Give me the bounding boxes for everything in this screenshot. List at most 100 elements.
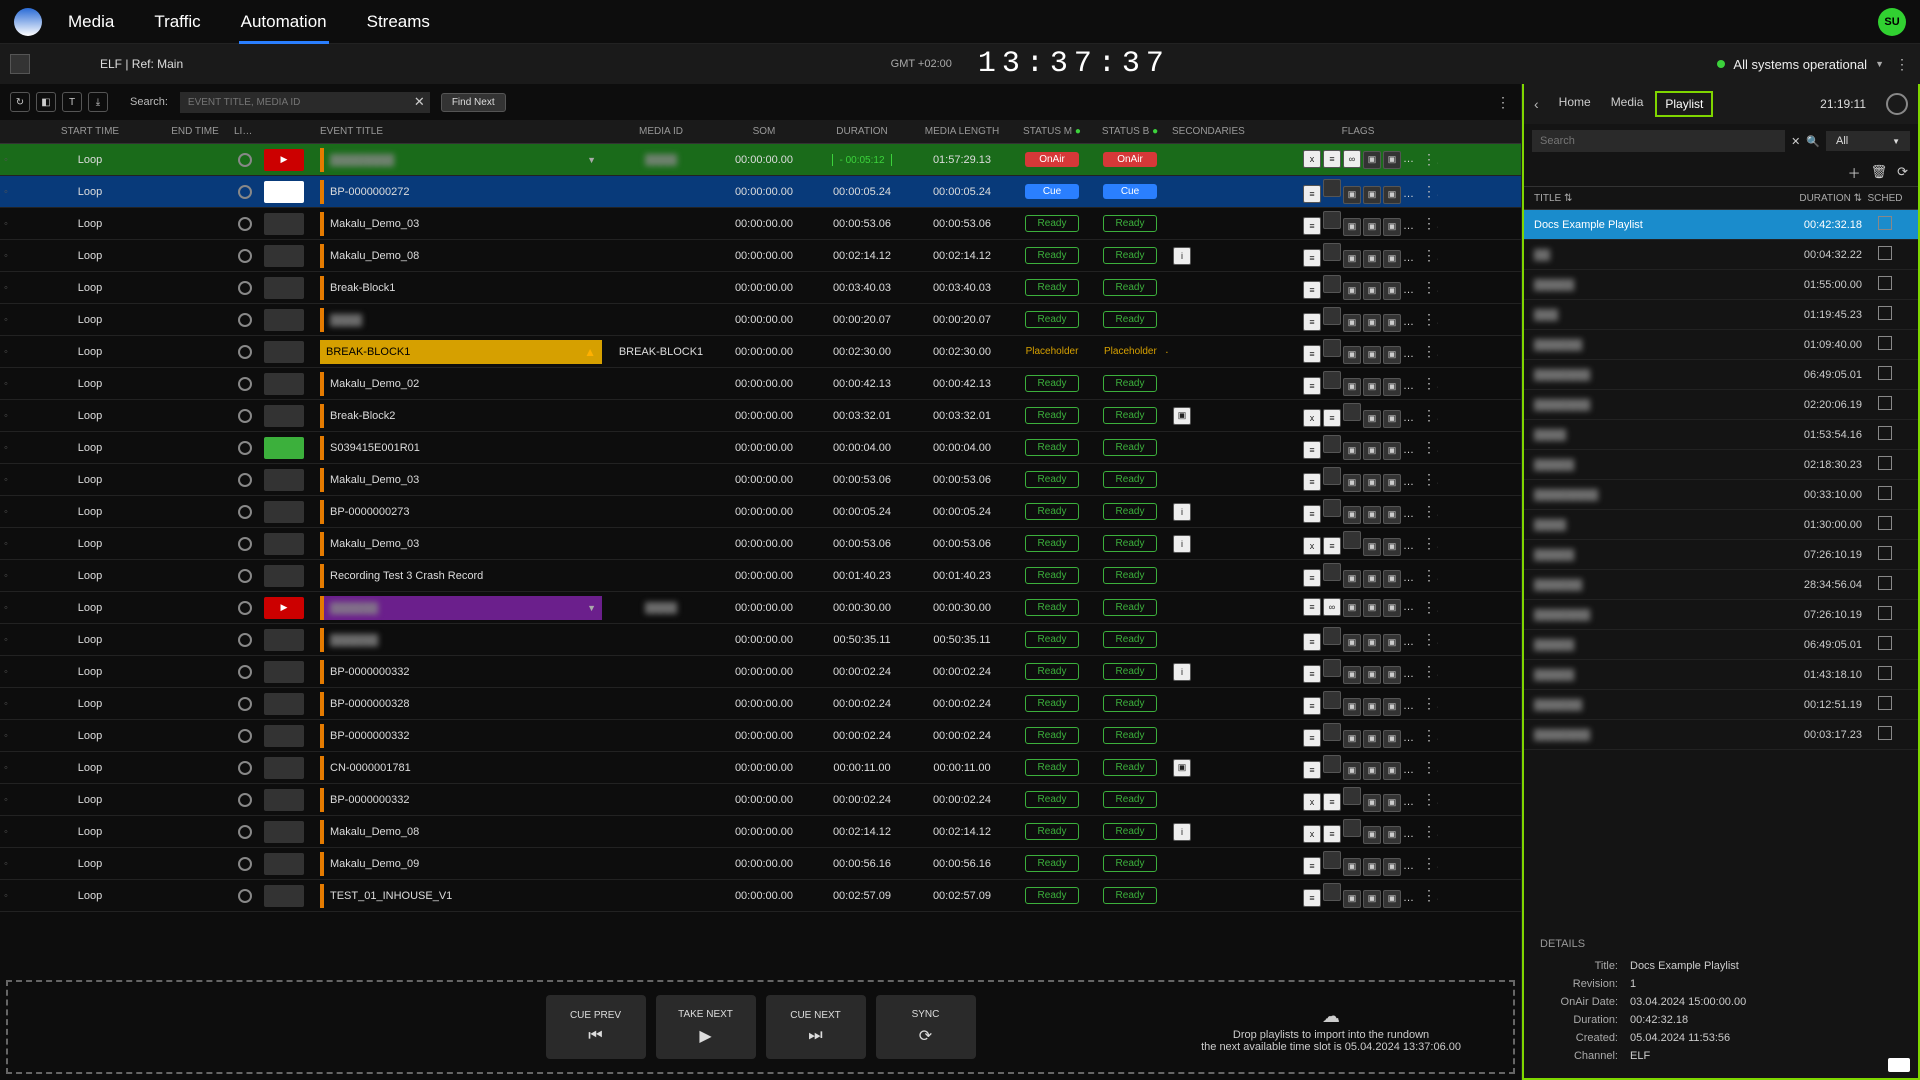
col-start[interactable]: START TIME bbox=[20, 126, 160, 137]
clear-search-icon[interactable]: ✕ bbox=[414, 94, 425, 110]
delete-icon[interactable]: 🗑 bbox=[1871, 164, 1888, 180]
filter-dropdown[interactable]: All bbox=[1826, 131, 1910, 151]
nav-traffic[interactable]: Traffic bbox=[152, 2, 202, 41]
pl-col-sched[interactable]: SCHED bbox=[1862, 193, 1908, 204]
playlist-row[interactable]: ▓▓▓▓▓▓01:09:40.00 bbox=[1524, 330, 1918, 360]
tool-icon-1[interactable]: ◧ bbox=[36, 92, 56, 112]
col-som[interactable]: SOM bbox=[716, 126, 812, 137]
rundown-row[interactable]: ◦ Loop ▓▓▓▓▓▓ 00:00:00.00 00:50:35.11 00… bbox=[0, 624, 1521, 656]
col-stm[interactable]: STATUS M ● bbox=[1012, 126, 1092, 137]
rundown-row[interactable]: ◦ Loop Recording Test 3 Crash Record 00:… bbox=[0, 560, 1521, 592]
playlist-row[interactable]: ▓▓▓▓▓▓▓07:26:10.19 bbox=[1524, 600, 1918, 630]
playlist-row[interactable]: ▓▓▓▓▓07:26:10.19 bbox=[1524, 540, 1918, 570]
keyboard-icon[interactable] bbox=[1888, 1058, 1910, 1072]
find-next-button[interactable]: Find Next bbox=[441, 93, 506, 112]
back-icon[interactable]: ‹ bbox=[1534, 96, 1539, 112]
playlist-row[interactable]: ▓▓▓▓▓▓▓00:03:17.23 bbox=[1524, 720, 1918, 750]
rundown-menu-icon[interactable]: ⋮ bbox=[1495, 94, 1511, 111]
rundown-row[interactable]: ◦ Loop Makalu_Demo_03 00:00:00.00 00:00:… bbox=[0, 528, 1521, 560]
col-dur[interactable]: DURATION bbox=[812, 126, 912, 137]
nav-automation[interactable]: Automation bbox=[239, 2, 329, 44]
rundown-row[interactable]: ◦ Loop BP-0000000328 00:00:00.00 00:00:0… bbox=[0, 688, 1521, 720]
col-title[interactable]: EVENT TITLE bbox=[316, 126, 606, 137]
col-media[interactable]: MEDIA ID bbox=[606, 126, 716, 137]
search-input[interactable] bbox=[180, 92, 430, 113]
col-end[interactable]: END TIME bbox=[160, 126, 230, 137]
rundown-row[interactable]: ◦ Loop Break-Block1 00:00:00.00 00:03:40… bbox=[0, 272, 1521, 304]
clear-playlist-search-icon[interactable]: ✕ bbox=[1791, 135, 1800, 148]
playlist-row[interactable]: ▓▓▓▓01:30:00.00 bbox=[1524, 510, 1918, 540]
playlist-search-input[interactable] bbox=[1532, 130, 1785, 152]
channel-label: ELF | Ref: Main bbox=[100, 57, 183, 71]
rundown-row[interactable]: ◦ Loop BP-0000000273 00:00:00.00 00:00:0… bbox=[0, 496, 1521, 528]
drop-hint-2: the next available time slot is 05.04.20… bbox=[1201, 1041, 1461, 1053]
app-logo-icon bbox=[14, 8, 42, 36]
rundown-row[interactable]: ◦ Loop Makalu_Demo_03 00:00:00.00 00:00:… bbox=[0, 464, 1521, 496]
rundown-row[interactable]: ◦ Loop BP-0000000332 00:00:00.00 00:00:0… bbox=[0, 656, 1521, 688]
rundown-row[interactable]: ◦ Loop Makalu_Demo_09 00:00:00.00 00:00:… bbox=[0, 848, 1521, 880]
col-sec[interactable]: SECONDARIES bbox=[1168, 126, 1298, 137]
rundown-row[interactable]: ◦ Loop ▓▓▓▓▓▓▼ ▓▓▓▓ 00:00:00.00 00:00:30… bbox=[0, 592, 1521, 624]
playlist-row[interactable]: ▓▓00:04:32.22 bbox=[1524, 240, 1918, 270]
system-status-text: All systems operational bbox=[1733, 57, 1867, 72]
rundown-rows: ◦ Loop ▓▓▓▓▓▓▓▓▼ ▓▓▓▓ 00:00:00.00 - 00:0… bbox=[0, 144, 1521, 974]
search-icon[interactable]: 🔍 bbox=[1806, 135, 1820, 148]
rundown-row[interactable]: ◦ Loop Makalu_Demo_08 00:00:00.00 00:02:… bbox=[0, 816, 1521, 848]
refresh-icon[interactable]: ↻ bbox=[10, 92, 30, 112]
search-label: Search: bbox=[130, 96, 168, 108]
pl-col-title[interactable]: TITLE ⇅ bbox=[1534, 193, 1776, 204]
cue-prev-button[interactable]: CUE PREV⏮ bbox=[546, 995, 646, 1059]
cue-next-button[interactable]: CUE NEXT⏭ bbox=[766, 995, 866, 1059]
user-avatar[interactable]: SU bbox=[1878, 8, 1906, 36]
playlist-row[interactable]: ▓▓▓▓▓▓▓▓00:33:10.00 bbox=[1524, 480, 1918, 510]
col-flags[interactable]: FLAGS bbox=[1298, 126, 1418, 137]
rundown-row[interactable]: ◦ Loop Break-Block2 00:00:00.00 00:03:32… bbox=[0, 400, 1521, 432]
playlist-row[interactable]: ▓▓▓▓▓02:18:30.23 bbox=[1524, 450, 1918, 480]
playlist-row[interactable]: ▓▓▓▓▓01:43:18.10 bbox=[1524, 660, 1918, 690]
channel-menu-icon[interactable]: ⋮ bbox=[1894, 56, 1910, 73]
rundown-row[interactable]: ◦ Loop TEST_01_INHOUSE_V1 00:00:00.00 00… bbox=[0, 880, 1521, 912]
rundown-row[interactable]: ◦ Loop BP-0000000332 00:00:00.00 00:00:0… bbox=[0, 784, 1521, 816]
nav-media[interactable]: Media bbox=[66, 2, 116, 41]
playlist-row[interactable]: ▓▓▓▓▓▓28:34:56.04 bbox=[1524, 570, 1918, 600]
col-stb[interactable]: STATUS B ● bbox=[1092, 126, 1168, 137]
playlist-row[interactable]: ▓▓▓▓01:53:54.16 bbox=[1524, 420, 1918, 450]
rundown-row[interactable]: ◦ Loop BP-0000000272 00:00:00.00 00:00:0… bbox=[0, 176, 1521, 208]
playlist-row[interactable]: ▓▓▓▓▓▓00:12:51.19 bbox=[1524, 690, 1918, 720]
user-icon[interactable] bbox=[1886, 93, 1908, 115]
sync-button[interactable]: SYNC⟳ bbox=[876, 995, 976, 1059]
col-mlen[interactable]: MEDIA LENGTH bbox=[912, 126, 1012, 137]
channel-selector-icon[interactable] bbox=[10, 54, 30, 74]
take-next-button[interactable]: TAKE NEXT▶ bbox=[656, 995, 756, 1059]
rundown-row[interactable]: ◦ Loop BP-0000000332 00:00:00.00 00:00:0… bbox=[0, 720, 1521, 752]
playlist-row[interactable]: Docs Example Playlist00:42:32.18 bbox=[1524, 210, 1918, 240]
playlist-row[interactable]: ▓▓▓▓▓01:55:00.00 bbox=[1524, 270, 1918, 300]
tab-media[interactable]: Media bbox=[1603, 91, 1652, 117]
rundown-row[interactable]: ◦ Loop ▓▓▓▓ 00:00:00.00 00:00:20.07 00:0… bbox=[0, 304, 1521, 336]
rundown-row[interactable]: ◦ Loop Makalu_Demo_02 00:00:00.00 00:00:… bbox=[0, 368, 1521, 400]
rundown-row[interactable]: ◦ Loop ▓▓▓▓▓▓▓▓▼ ▓▓▓▓ 00:00:00.00 - 00:0… bbox=[0, 144, 1521, 176]
playlist-row[interactable]: ▓▓▓01:19:45.23 bbox=[1524, 300, 1918, 330]
refresh-playlist-icon[interactable]: ⟳ bbox=[1897, 164, 1908, 180]
tool-icon-3[interactable]: ⤓ bbox=[88, 92, 108, 112]
add-icon[interactable]: ＋ bbox=[1848, 163, 1861, 182]
tab-home[interactable]: Home bbox=[1551, 91, 1599, 117]
system-status-dropdown[interactable]: All systems operational bbox=[1717, 57, 1884, 72]
drop-area[interactable]: CUE PREV⏮TAKE NEXT▶CUE NEXT⏭SYNC⟳ ☁ Drop… bbox=[6, 980, 1515, 1074]
rundown-row[interactable]: ◦ Loop CN-0000001781 00:00:00.00 00:00:1… bbox=[0, 752, 1521, 784]
playlist-row[interactable]: ▓▓▓▓▓▓▓06:49:05.01 bbox=[1524, 360, 1918, 390]
rundown-row[interactable]: ◦ Loop Makalu_Demo_08 00:00:00.00 00:02:… bbox=[0, 240, 1521, 272]
pl-col-dur[interactable]: DURATION ⇅ bbox=[1776, 193, 1862, 204]
rundown-row[interactable]: ◦ Loop BREAK-BLOCK1▲ BREAK-BLOCK1 00:00:… bbox=[0, 336, 1521, 368]
col-link[interactable]: LINK bbox=[230, 126, 260, 137]
nav-streams[interactable]: Streams bbox=[365, 2, 432, 41]
channel-bar: ELF | Ref: Main GMT +02:00 13:37:37 All … bbox=[0, 44, 1920, 84]
playlist-row[interactable]: ▓▓▓▓▓▓▓02:20:06.19 bbox=[1524, 390, 1918, 420]
rundown-row[interactable]: ◦ Loop Makalu_Demo_03 00:00:00.00 00:00:… bbox=[0, 208, 1521, 240]
tool-icon-2[interactable]: T bbox=[62, 92, 82, 112]
playlist-row[interactable]: ▓▓▓▓▓06:49:05.01 bbox=[1524, 630, 1918, 660]
timezone-label: GMT +02:00 bbox=[891, 58, 952, 70]
rundown-row[interactable]: ◦ Loop S039415E001R01 00:00:00.00 00:00:… bbox=[0, 432, 1521, 464]
tab-playlist[interactable]: Playlist bbox=[1655, 91, 1713, 117]
panel-clock: 21:19:11 bbox=[1820, 97, 1866, 111]
